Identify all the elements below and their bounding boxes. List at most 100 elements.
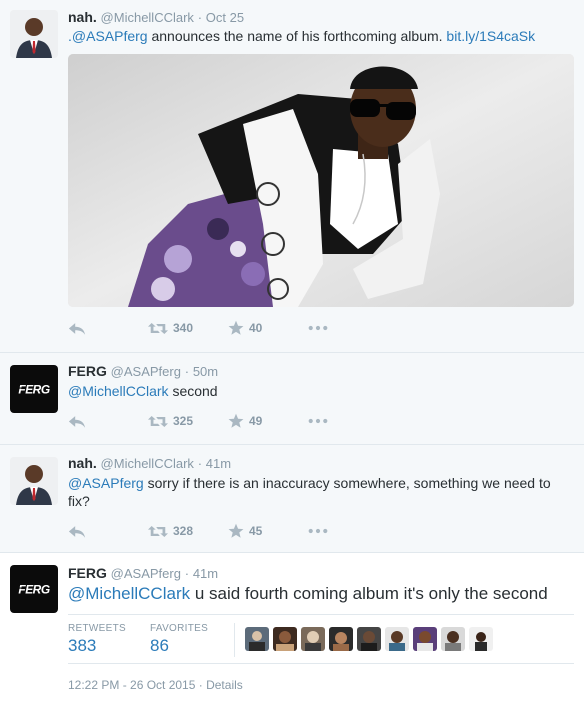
details-link[interactable]: Details <box>206 678 243 692</box>
favorite-button[interactable]: 45 <box>228 522 262 540</box>
username[interactable]: @ASAPferg <box>111 566 181 581</box>
reply-button[interactable] <box>68 522 86 540</box>
retweet-button[interactable]: 325 <box>148 412 193 430</box>
photo-image <box>68 54 574 307</box>
timestamp[interactable]: 41m <box>206 456 231 471</box>
tweet-text: @MichellCClark second <box>68 382 568 400</box>
person-avatar-icon <box>475 632 487 651</box>
url-link[interactable]: bit.ly/1S4caSk <box>446 28 535 44</box>
timestamp[interactable]: Oct 25 <box>206 10 244 25</box>
reply-icon <box>68 524 86 539</box>
tweet-header: nah. @MichellCClark · 41m <box>68 455 231 471</box>
favoriter-avatar[interactable] <box>329 627 353 651</box>
more-icon <box>308 418 328 424</box>
reply-icon <box>68 321 86 336</box>
avatar[interactable] <box>10 10 58 58</box>
reply-button[interactable] <box>68 319 86 337</box>
display-name[interactable]: nah. <box>68 9 97 25</box>
favorites-label: FAVORITES <box>150 623 209 634</box>
reply-button[interactable] <box>68 412 86 430</box>
username[interactable]: @ASAPferg <box>111 364 181 379</box>
person-avatar-icon <box>249 631 265 651</box>
timestamp[interactable]: 50m <box>193 364 218 379</box>
mention-link[interactable]: .@ASAPferg <box>68 28 148 44</box>
person-avatar-icon <box>445 631 461 651</box>
favorites-stat[interactable]: FAVORITES 86 <box>150 623 208 656</box>
favoriter-avatar[interactable] <box>385 627 409 651</box>
more-icon <box>308 528 328 534</box>
favorite-button[interactable]: 40 <box>228 319 262 337</box>
display-name[interactable]: FERG <box>68 565 107 581</box>
favorite-count: 49 <box>249 414 263 428</box>
timestamp[interactable]: 41m <box>193 566 218 581</box>
favorite-count: 40 <box>249 321 263 335</box>
mention-link[interactable]: @ASAPferg <box>68 475 144 491</box>
more-button[interactable] <box>308 522 328 540</box>
person-avatar-icon <box>333 632 349 651</box>
separator-dot: · <box>184 566 190 581</box>
person-avatar-icon <box>276 631 294 651</box>
separator-dot: · <box>197 10 203 25</box>
retweet-icon <box>148 414 168 429</box>
more-icon <box>308 325 328 331</box>
retweet-icon <box>148 321 168 336</box>
retweets-stat[interactable]: RETWEETS 383 <box>68 623 126 656</box>
person-avatar-icon <box>10 10 58 58</box>
tweet-text: .@ASAPferg announces the name of his for… <box>68 27 568 45</box>
retweets-label: RETWEETS <box>68 623 126 634</box>
tweet-1: nah. @MichellCClark · Oct 25 .@ASAPferg … <box>0 0 584 353</box>
mention-link[interactable]: @MichellCClark <box>68 584 190 603</box>
retweets-value: 383 <box>68 636 97 655</box>
person-avatar-icon <box>389 631 405 651</box>
favorite-count: 45 <box>249 524 263 538</box>
display-name[interactable]: nah. <box>68 455 97 471</box>
avatar[interactable] <box>10 565 58 613</box>
favoriter-avatar[interactable] <box>273 627 297 651</box>
person-avatar-icon <box>10 457 58 505</box>
display-name[interactable]: FERG <box>68 363 107 379</box>
retweet-count: 328 <box>173 524 194 538</box>
favoriter-avatar[interactable] <box>441 627 465 651</box>
star-icon <box>228 523 244 539</box>
favoriter-avatar[interactable] <box>245 627 269 651</box>
tweet-text-body: u said fourth coming album it's only the… <box>190 584 548 603</box>
avatar[interactable] <box>10 457 58 505</box>
retweet-button[interactable]: 340 <box>148 319 193 337</box>
more-button[interactable] <box>308 319 328 337</box>
tweet-datetime[interactable]: 12:22 PM - 26 Oct 2015 <box>68 678 195 692</box>
tweet-2: FERG @ASAPferg · 50m @MichellCClark seco… <box>0 353 584 445</box>
tweet-header: FERG @ASAPferg · 41m <box>68 565 218 581</box>
star-icon <box>228 320 244 336</box>
tweet-text-body: second <box>168 383 218 399</box>
separator-dot: · <box>197 456 203 471</box>
favorite-button[interactable]: 49 <box>228 412 262 430</box>
more-button[interactable] <box>308 412 328 430</box>
tweet-stats: RETWEETS 383 FAVORITES 86 <box>68 614 574 664</box>
person-avatar-icon <box>417 631 433 651</box>
person-avatar-icon <box>305 631 321 651</box>
retweet-count: 325 <box>173 414 194 428</box>
favoriter-avatar[interactable] <box>413 627 437 651</box>
tweet-3: nah. @MichellCClark · 41m @ASAPferg sorr… <box>0 445 584 553</box>
username[interactable]: @MichellCClark <box>101 456 194 471</box>
mention-link[interactable]: @MichellCClark <box>68 383 169 399</box>
stats-divider <box>234 623 235 657</box>
retweet-button[interactable]: 328 <box>148 522 193 540</box>
tweet-header: nah. @MichellCClark · Oct 25 <box>68 9 244 25</box>
retweet-icon <box>148 524 168 539</box>
username[interactable]: @MichellCClark <box>101 10 194 25</box>
ferg-logo-icon <box>12 579 56 599</box>
favorites-value: 86 <box>150 636 169 655</box>
tweet-text: @ASAPferg sorry if there is an inaccurac… <box>68 474 568 510</box>
tweet-meta: 12:22 PM - 26 Oct 2015 · Details <box>68 678 243 692</box>
tweet-photo[interactable] <box>68 54 574 307</box>
reply-icon <box>68 414 86 429</box>
star-icon <box>228 413 244 429</box>
favoriter-avatar[interactable] <box>469 627 493 651</box>
avatar[interactable] <box>10 365 58 413</box>
person-avatar-icon <box>361 631 377 651</box>
tweet-header: FERG @ASAPferg · 50m <box>68 363 218 379</box>
separator-dot: · <box>198 678 203 692</box>
favoriter-avatar[interactable] <box>301 627 325 651</box>
favoriter-avatar[interactable] <box>357 627 381 651</box>
